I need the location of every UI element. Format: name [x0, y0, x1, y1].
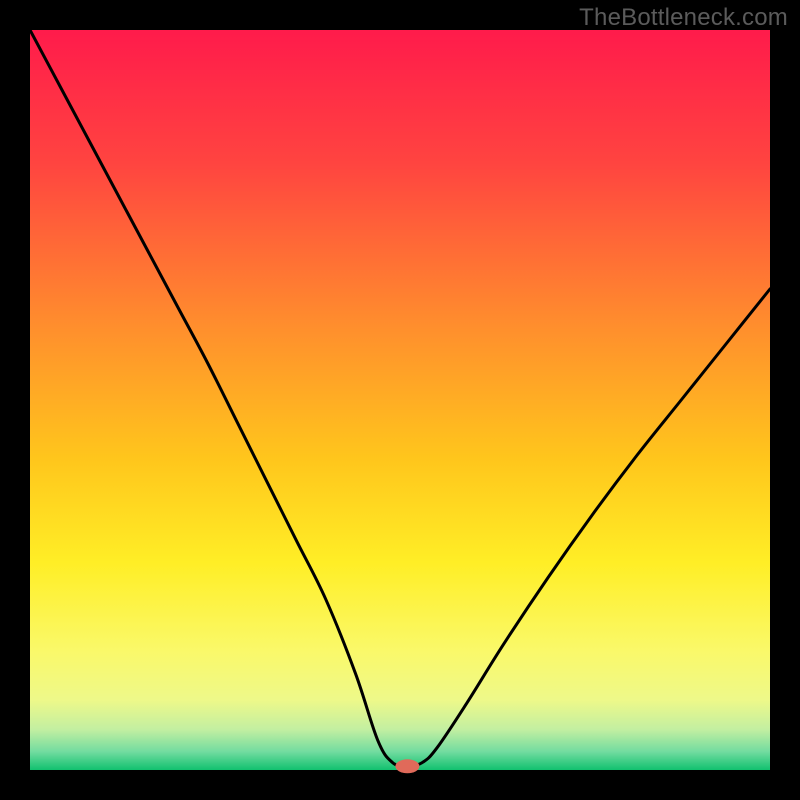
- optimal-point-marker: [395, 759, 419, 773]
- bottleneck-chart: [0, 0, 800, 800]
- chart-frame: TheBottleneck.com: [0, 0, 800, 800]
- watermark-label: TheBottleneck.com: [579, 4, 788, 32]
- plot-background: [30, 30, 770, 770]
